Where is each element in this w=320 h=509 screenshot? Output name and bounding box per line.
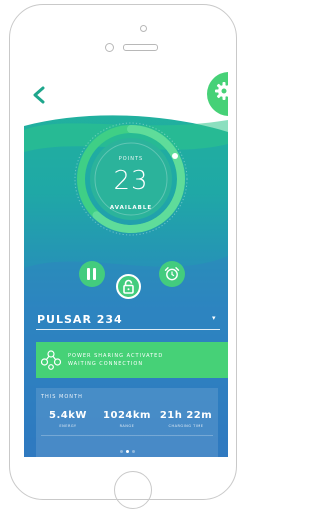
network-icon <box>40 350 62 370</box>
banner-line-1: POWER SHARING ACTIVATED <box>68 353 164 359</box>
front-camera <box>105 43 114 52</box>
stat-energy: 5.4kW ENERGY <box>38 410 98 428</box>
page-indicator <box>36 450 218 453</box>
stat-range: 1024km RANGE <box>97 410 157 428</box>
page-dot[interactable] <box>131 450 135 453</box>
page-dot[interactable] <box>125 450 129 453</box>
points-label: POINTS <box>118 156 144 162</box>
monthly-stats-card: THIS MONTH 5.4kW ENERGY 1024km RANGE 21h… <box>36 388 218 457</box>
alarm-button[interactable] <box>159 261 185 287</box>
app-screen: POINTS 23 AVAILABLE PULSAR 234 ▾ POWER S… <box>24 68 228 457</box>
power-sharing-banner[interactable]: POWER SHARING ACTIVATED WAITING CONNECTI… <box>36 342 228 378</box>
stat-value: 5.4kW <box>49 410 87 421</box>
stat-label: ENERGY <box>59 424 77 428</box>
divider <box>36 329 220 330</box>
pause-button[interactable] <box>79 261 105 287</box>
lock-button[interactable] <box>116 274 141 299</box>
stat-value: 1024km <box>103 410 151 421</box>
stat-value: 21h 22m <box>159 410 213 421</box>
gauge-readout: POINTS 23 AVAILABLE <box>72 120 190 238</box>
earpiece-speaker <box>123 44 158 51</box>
sensor-dot <box>140 25 147 32</box>
banner-text: POWER SHARING ACTIVATED WAITING CONNECTI… <box>68 352 163 368</box>
points-value: 23 <box>113 166 149 196</box>
page-dot[interactable] <box>119 450 123 453</box>
alarm-clock-icon <box>164 267 180 281</box>
stat-charging-time: 21h 22m CHARGING TIME <box>156 410 216 428</box>
stat-label: RANGE <box>119 424 135 428</box>
chevron-down-icon[interactable]: ▾ <box>212 314 216 322</box>
back-button[interactable] <box>30 84 50 106</box>
divider <box>41 435 213 436</box>
gear-icon <box>215 82 228 100</box>
stats-title: THIS MONTH <box>41 394 83 400</box>
home-button[interactable] <box>114 471 152 509</box>
station-name: PULSAR 234 <box>37 313 123 326</box>
stat-label: CHARGING TIME <box>168 424 204 428</box>
chevron-left-icon <box>33 86 45 104</box>
status-label: AVAILABLE <box>109 205 153 211</box>
padlock-icon <box>123 279 134 294</box>
banner-line-2: WAITING CONNECTION <box>68 361 144 367</box>
